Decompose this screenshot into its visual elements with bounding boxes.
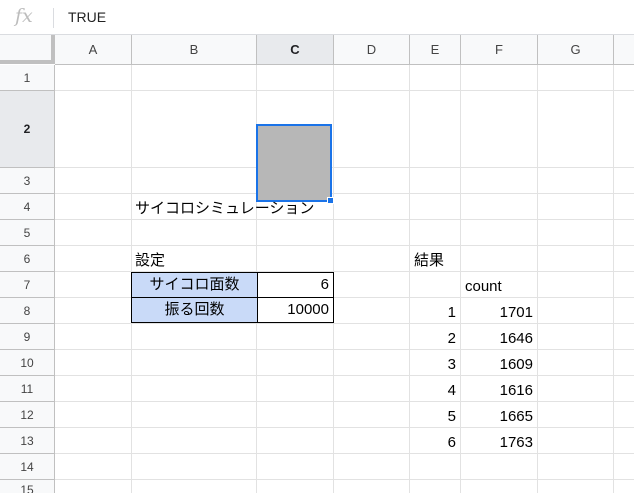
row-header-3[interactable]: 3 (0, 168, 55, 194)
column-header-c[interactable]: C (257, 35, 334, 65)
select-all-corner[interactable] (0, 35, 55, 64)
gridline (55, 479, 634, 480)
gridline (55, 401, 634, 402)
gridline (55, 375, 634, 376)
cell-e9-face[interactable]: 2 (410, 326, 456, 351)
row-header-5[interactable]: 5 (0, 220, 55, 246)
gridline (55, 193, 634, 194)
cell-e12-face[interactable]: 5 (410, 404, 456, 429)
row-header-13[interactable]: 13 (0, 428, 55, 454)
cell-c7-dice-faces-value[interactable]: 6 (257, 272, 334, 298)
fill-handle[interactable] (327, 197, 334, 204)
cell-f11-count[interactable]: 1616 (461, 378, 533, 403)
gridline (613, 65, 614, 493)
gridline (55, 90, 634, 91)
cell-b4-title[interactable]: サイコロシミュレーション (135, 196, 314, 221)
function-icon: fx (15, 5, 33, 27)
row-header-2[interactable]: 2 (0, 91, 55, 168)
column-header-a[interactable]: A (55, 35, 132, 65)
row-header-14[interactable]: 14 (0, 454, 55, 480)
gridline (55, 245, 634, 246)
cell-f12-count[interactable]: 1665 (461, 404, 533, 429)
column-header-h[interactable] (614, 35, 634, 65)
gridline (55, 453, 634, 454)
column-header-b[interactable]: B (132, 35, 257, 65)
row-header-11[interactable]: 11 (0, 376, 55, 402)
row-header-4[interactable]: 4 (0, 194, 55, 220)
row-header-1[interactable]: 1 (0, 65, 55, 91)
checkbox-cell-c2[interactable] (256, 124, 332, 202)
cell-f13-count[interactable]: 1763 (461, 430, 533, 455)
cell-c8-rolls-value[interactable]: 10000 (257, 297, 334, 323)
row-header-10[interactable]: 10 (0, 350, 55, 376)
cell-b6-settings-label[interactable]: 設定 (135, 248, 165, 273)
column-header-e[interactable]: E (410, 35, 461, 65)
gridline (55, 323, 634, 324)
cell-e10-face[interactable]: 3 (410, 352, 456, 377)
row-header-12[interactable]: 12 (0, 402, 55, 428)
cell-e6-results-label[interactable]: 結果 (414, 248, 444, 273)
cell-f9-count[interactable]: 1646 (461, 326, 533, 351)
row-header-6[interactable]: 6 (0, 246, 55, 272)
formula-bar-divider (53, 8, 54, 28)
cell-b8-rolls-label[interactable]: 振る回数 (131, 297, 258, 323)
gridline (55, 167, 634, 168)
column-header-d[interactable]: D (334, 35, 410, 65)
column-header-g[interactable]: G (538, 35, 614, 65)
gridline (55, 349, 634, 350)
spreadsheet-grid[interactable]: A B C D E F G 1 2 3 4 5 6 7 8 9 10 11 12… (0, 35, 634, 493)
cell-e11-face[interactable]: 4 (410, 378, 456, 403)
row-header-15[interactable]: 15 (0, 480, 55, 493)
formula-bar: fx TRUE (0, 0, 634, 35)
cell-b7-dice-faces-label[interactable]: サイコロ面数 (131, 272, 258, 298)
cell-e8-face[interactable]: 1 (410, 300, 456, 325)
row-header-8[interactable]: 8 (0, 298, 55, 324)
row-header-9[interactable]: 9 (0, 324, 55, 350)
cell-f8-count[interactable]: 1701 (461, 300, 533, 325)
cell-e13-face[interactable]: 6 (410, 430, 456, 455)
column-header-f[interactable]: F (461, 35, 538, 65)
cell-f10-count[interactable]: 1609 (461, 352, 533, 377)
row-header-7[interactable]: 7 (0, 272, 55, 298)
gridline (537, 65, 538, 493)
gridline (55, 427, 634, 428)
cell-f7-count-header[interactable]: count (465, 274, 502, 299)
formula-input[interactable]: TRUE (68, 9, 106, 25)
